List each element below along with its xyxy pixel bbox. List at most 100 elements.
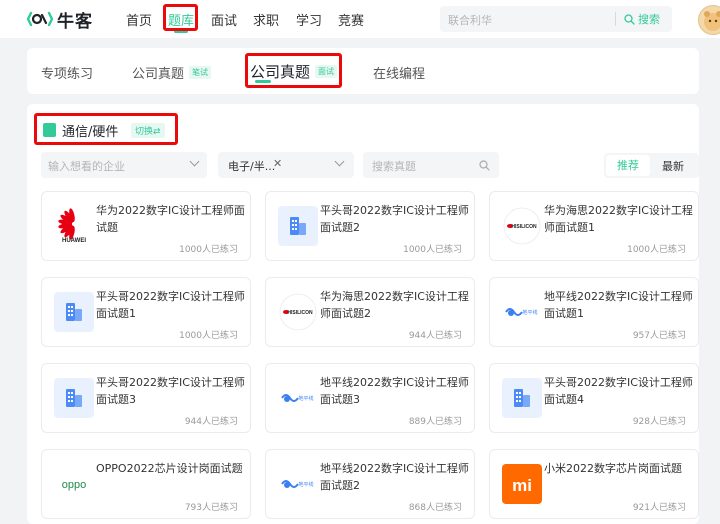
search-divider (615, 12, 616, 26)
svg-text:HISILICON: HISILICON (287, 310, 313, 316)
tab-label: 公司真题 (132, 67, 185, 82)
svg-text:地平线: 地平线 (298, 481, 313, 488)
category-icon (43, 123, 56, 137)
question-title: OPPO2022芯片设计岗面试题 (96, 462, 243, 475)
category-title: 通信/硬件 (62, 125, 119, 140)
practice-count: 928人已练习 (632, 417, 686, 427)
practice-count: 944人已练习 (408, 331, 462, 341)
tab-tag-written: 笔试 (189, 66, 212, 79)
practice-count: 944人已练习 (184, 417, 238, 427)
category-tabs: 专项练习 公司真题 笔试 公司真题 面试 在线编程 (27, 48, 699, 94)
field-filter-value: 电子/半... (228, 160, 276, 173)
company-filter-placeholder: 输入想看的企业 (48, 160, 125, 173)
question-title: 平头哥2022数字IC设计工程师面试题3 (96, 376, 245, 406)
question-card[interactable]: 平头哥2022数字IC设计工程师面试题3 944人已练习 (41, 363, 251, 433)
question-card[interactable]: 地平线 地平线2022数字IC设计工程师面试题2 868人已练习 (265, 449, 475, 519)
building-logo-icon (278, 206, 318, 246)
tab-tag-interview: 面试 (315, 65, 338, 78)
tab-company-written[interactable]: 公司真题 笔试 (132, 63, 212, 82)
question-title: 平头哥2022数字IC设计工程师面试题4 (544, 376, 693, 406)
tab-company-interview[interactable]: 公司真题 面试 (250, 61, 338, 82)
building-logo-icon (54, 292, 94, 332)
user-avatar[interactable] (698, 5, 720, 35)
tab-label: 公司真题 (250, 63, 311, 81)
field-filter[interactable]: 电子/半... ✕ (218, 152, 354, 178)
search-button-label: 搜索 (638, 13, 660, 26)
xiaomi-logo-icon: mi (502, 464, 542, 504)
question-title: 地平线2022数字IC设计工程师面试题2 (320, 462, 469, 492)
question-card[interactable]: HISILICON 华为海思2022数字IC设计工程师面试题1 1000人已练习 (489, 191, 699, 261)
building-logo-icon (502, 378, 542, 418)
svg-text:地平线: 地平线 (298, 395, 313, 402)
question-title: 华为海思2022数字IC设计工程师面试题1 (544, 204, 693, 234)
question-title: 小米2022数字芯片岗面试题 (544, 462, 682, 475)
tab-online-coding[interactable]: 在线编程 (373, 63, 425, 82)
search-icon (479, 160, 490, 171)
question-card[interactable]: mi 小米2022数字芯片岗面试题 921人已练习 (489, 449, 699, 519)
horizon-logo-icon: 地平线 (502, 292, 542, 332)
building-logo-icon (54, 378, 94, 418)
tab-label: 专项练习 (41, 67, 94, 82)
question-title: 平头哥2022数字IC设计工程师面试题2 (320, 204, 469, 234)
nav-home[interactable]: 首页 (126, 10, 152, 29)
question-card[interactable]: 平头哥2022数字IC设计工程师面试题4 928人已练习 (489, 363, 699, 433)
nav-interview[interactable]: 面试 (211, 10, 237, 29)
oppo-logo-icon: oppo (54, 464, 94, 504)
top-nav: 牛客 首页 题库 面试 求职 学习 竞赛 联合利华 搜索 (0, 0, 720, 38)
question-search-placeholder: 搜索真题 (372, 160, 416, 173)
global-search-input[interactable]: 联合利华 (448, 12, 492, 28)
question-title: 华为2022数字IC设计工程师面试题 (96, 204, 245, 234)
practice-count: 1000人已练习 (179, 331, 238, 341)
nav-question-bank[interactable]: 题库 (168, 10, 194, 29)
svg-text:HISILICON: HISILICON (511, 224, 537, 230)
question-search[interactable]: 搜索真题 (363, 152, 499, 178)
huawei-logo-icon: HUAWEI (54, 206, 94, 246)
question-title: 地平线2022数字IC设计工程师面试题1 (544, 290, 693, 320)
nowcoder-logo-icon (26, 9, 54, 29)
practice-count: 1000人已练习 (179, 245, 238, 255)
nav-jobs[interactable]: 求职 (253, 10, 279, 29)
tab-active-indicator (255, 80, 271, 83)
nav-learn[interactable]: 学习 (296, 10, 322, 29)
question-card[interactable]: 地平线 地平线2022数字IC设计工程师面试题3 889人已练习 (265, 363, 475, 433)
tab-special-practice[interactable]: 专项练习 (41, 63, 93, 82)
practice-count: 793人已练习 (184, 503, 238, 513)
logo-text: 牛客 (57, 11, 93, 32)
question-card[interactable]: HISILICON 华为海思2022数字IC设计工程师面试题2 944人已练习 (265, 277, 475, 347)
company-filter[interactable]: 输入想看的企业 (41, 152, 207, 178)
nav-contest[interactable]: 竞赛 (338, 10, 364, 29)
question-title: 地平线2022数字IC设计工程师面试题3 (320, 376, 469, 406)
nav-active-indicator (174, 30, 188, 33)
question-title: 平头哥2022数字IC设计工程师面试题1 (96, 290, 245, 320)
practice-count: 1000人已练习 (403, 245, 462, 255)
horizon-logo-icon: 地平线 (278, 464, 318, 504)
svg-text:mi: mi (512, 476, 532, 495)
chevron-down-icon (334, 156, 345, 167)
horizon-logo-icon: 地平线 (278, 378, 318, 418)
question-card[interactable]: 平头哥2022数字IC设计工程师面试题1 1000人已练习 (41, 277, 251, 347)
chevron-down-icon (189, 156, 200, 167)
tab-label: 在线编程 (373, 67, 426, 82)
practice-count: 868人已练习 (408, 503, 462, 513)
practice-count: 889人已练习 (408, 417, 462, 427)
question-card[interactable]: HUAWEI 华为2022数字IC设计工程师面试题 1000人已练习 (41, 191, 251, 261)
question-card[interactable]: 平头哥2022数字IC设计工程师面试题2 1000人已练习 (265, 191, 475, 261)
practice-count: 921人已练习 (632, 503, 686, 513)
question-card[interactable]: oppo OPPO2022芯片设计岗面试题 793人已练习 (41, 449, 251, 519)
question-card[interactable]: 地平线 地平线2022数字IC设计工程师面试题1 957人已练习 (489, 277, 699, 347)
hisilicon-logo-icon: HISILICON (502, 206, 542, 246)
svg-text:HUAWEI: HUAWEI (62, 238, 86, 244)
clear-icon[interactable]: ✕ (273, 157, 282, 170)
global-search: 联合利华 搜索 (440, 6, 672, 32)
svg-text:oppo: oppo (62, 479, 86, 491)
category-switch-button[interactable]: 切换⇄ (131, 123, 165, 138)
nowcoder-logo[interactable]: 牛客 (26, 7, 93, 32)
practice-count: 1000人已练习 (627, 245, 686, 255)
sort-recommend[interactable]: 推荐 (606, 155, 650, 176)
search-button[interactable]: 搜索 (624, 11, 660, 27)
svg-text:地平线: 地平线 (522, 309, 537, 316)
sort-toggle: 推荐 最新 (604, 153, 699, 178)
hisilicon-logo-icon: HISILICON (278, 292, 318, 332)
practice-count: 957人已练习 (632, 331, 686, 341)
sort-latest[interactable]: 最新 (662, 158, 684, 174)
